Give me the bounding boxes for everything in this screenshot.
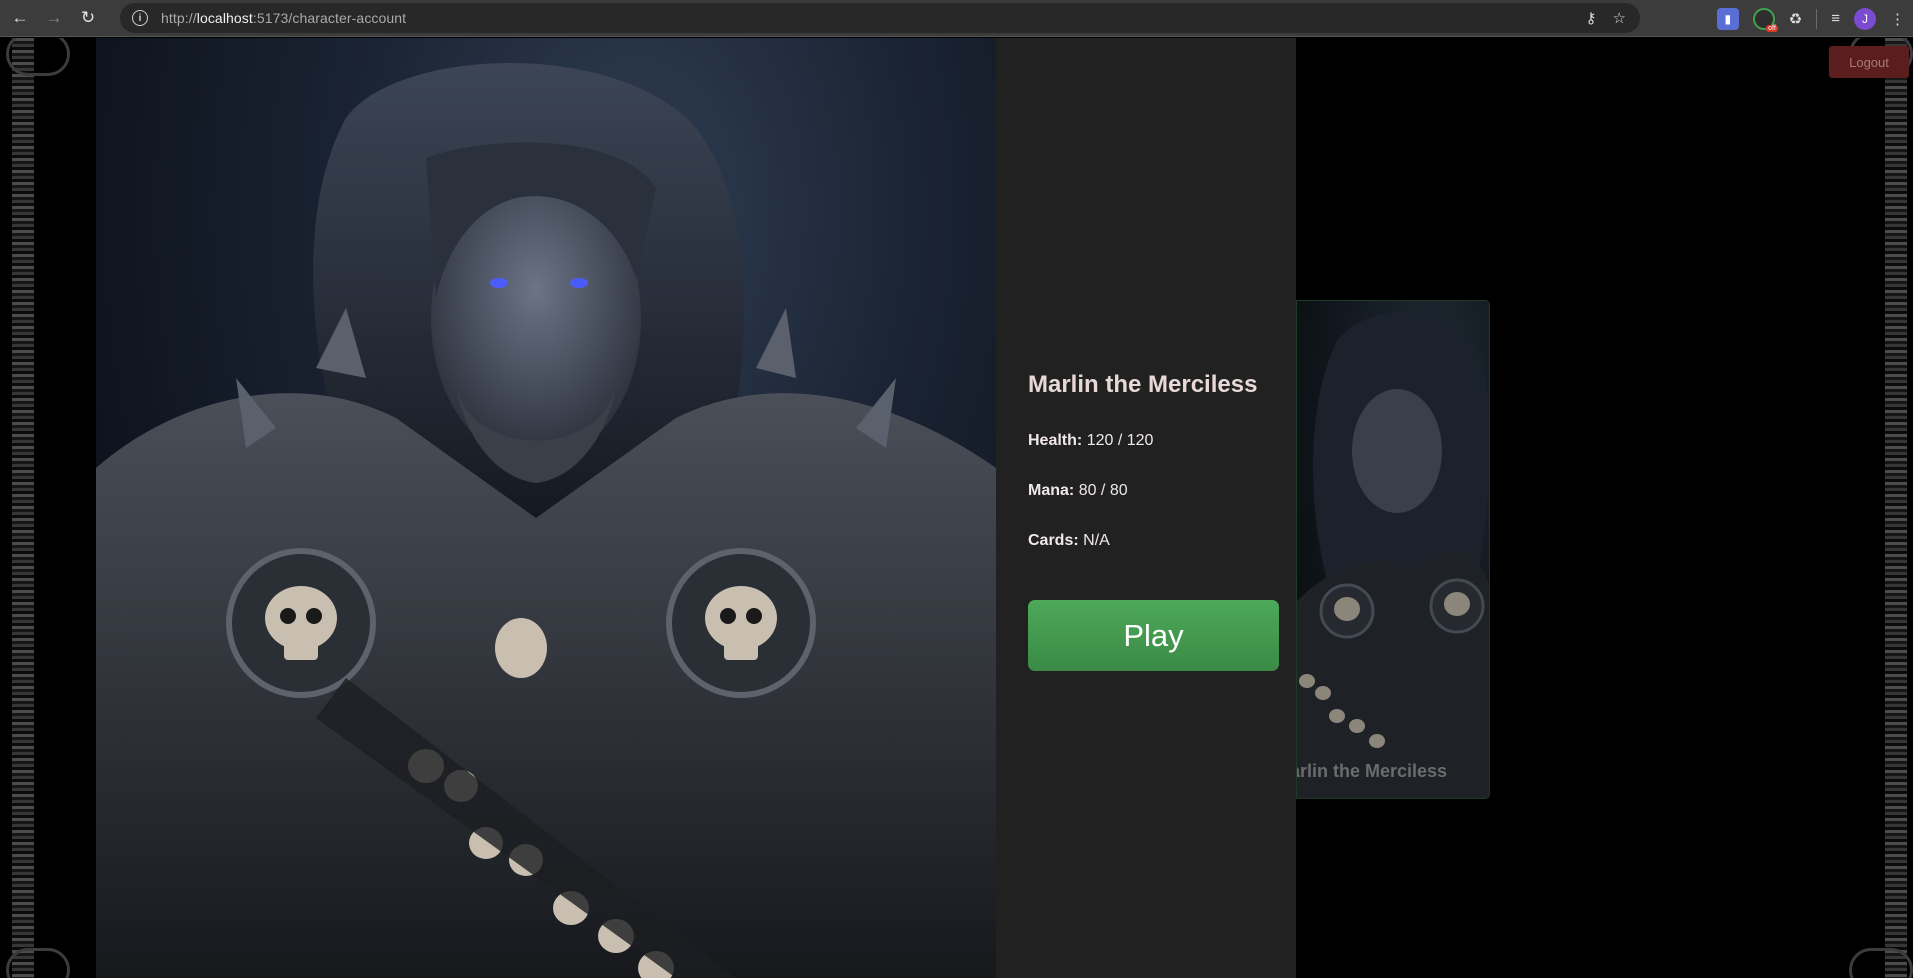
reading-list-icon[interactable]: ≡ — [1831, 10, 1840, 27]
health-stat: Health: 120 / 120 — [1028, 432, 1153, 450]
card-character-name: Marlin the Merciless — [1297, 761, 1448, 781]
health-label: Health: — [1028, 432, 1083, 449]
frame-corner — [1849, 948, 1913, 978]
cards-stat: Cards: N/A — [1028, 532, 1110, 550]
play-button[interactable]: Play — [1028, 600, 1279, 671]
bookmark-star-icon[interactable]: ☆ — [1613, 9, 1626, 27]
mana-stat: Mana: 80 / 80 — [1028, 482, 1128, 500]
ornate-frame-right — [1885, 38, 1907, 978]
page-root: Marlin the Merciless Health: 120 / 120 M… — [0, 38, 1913, 978]
character-card[interactable]: Marlin the Merciless — [1296, 300, 1490, 799]
frame-corner — [6, 948, 70, 978]
profile-avatar[interactable]: J — [1854, 7, 1876, 30]
cards-value: N/A — [1083, 532, 1110, 549]
extension-badge: off — [1766, 24, 1778, 32]
cards-label: Cards: — [1028, 532, 1079, 549]
character-name: Marlin the Merciless — [1028, 371, 1258, 398]
mana-value: 80 / 80 — [1078, 482, 1128, 499]
password-key-icon[interactable]: ⚷ — [1586, 9, 1597, 27]
health-value: 120 / 120 — [1086, 432, 1154, 449]
extensions-icon[interactable]: ♻ — [1789, 10, 1802, 28]
logout-button[interactable]: Logout — [1829, 46, 1909, 78]
back-icon[interactable]: ← — [6, 4, 34, 32]
character-portrait — [96, 38, 996, 978]
menu-icon[interactable]: ⋮ — [1890, 10, 1905, 28]
character-info-panel: Marlin the Merciless Health: 120 / 120 M… — [996, 38, 1296, 978]
site-info-icon[interactable]: i — [132, 10, 148, 26]
extension-off-icon[interactable]: off — [1752, 7, 1778, 32]
reload-icon[interactable]: ↻ — [74, 4, 102, 32]
toolbar-divider — [1816, 8, 1818, 29]
forward-icon[interactable]: → — [40, 4, 68, 32]
url-text[interactable]: http://localhost:5173/character-account — [161, 10, 406, 26]
browser-toolbar: ← → ↻ i http://localhost:5173/character-… — [0, 0, 1913, 37]
mana-label: Mana: — [1028, 482, 1075, 499]
ornate-frame-left — [12, 38, 34, 978]
frame-corner — [6, 38, 70, 76]
character-card-image — [1297, 312, 1489, 798]
extension-icon[interactable]: ▮ — [1716, 7, 1739, 30]
address-bar[interactable]: i http://localhost:5173/character-accoun… — [120, 3, 1640, 33]
